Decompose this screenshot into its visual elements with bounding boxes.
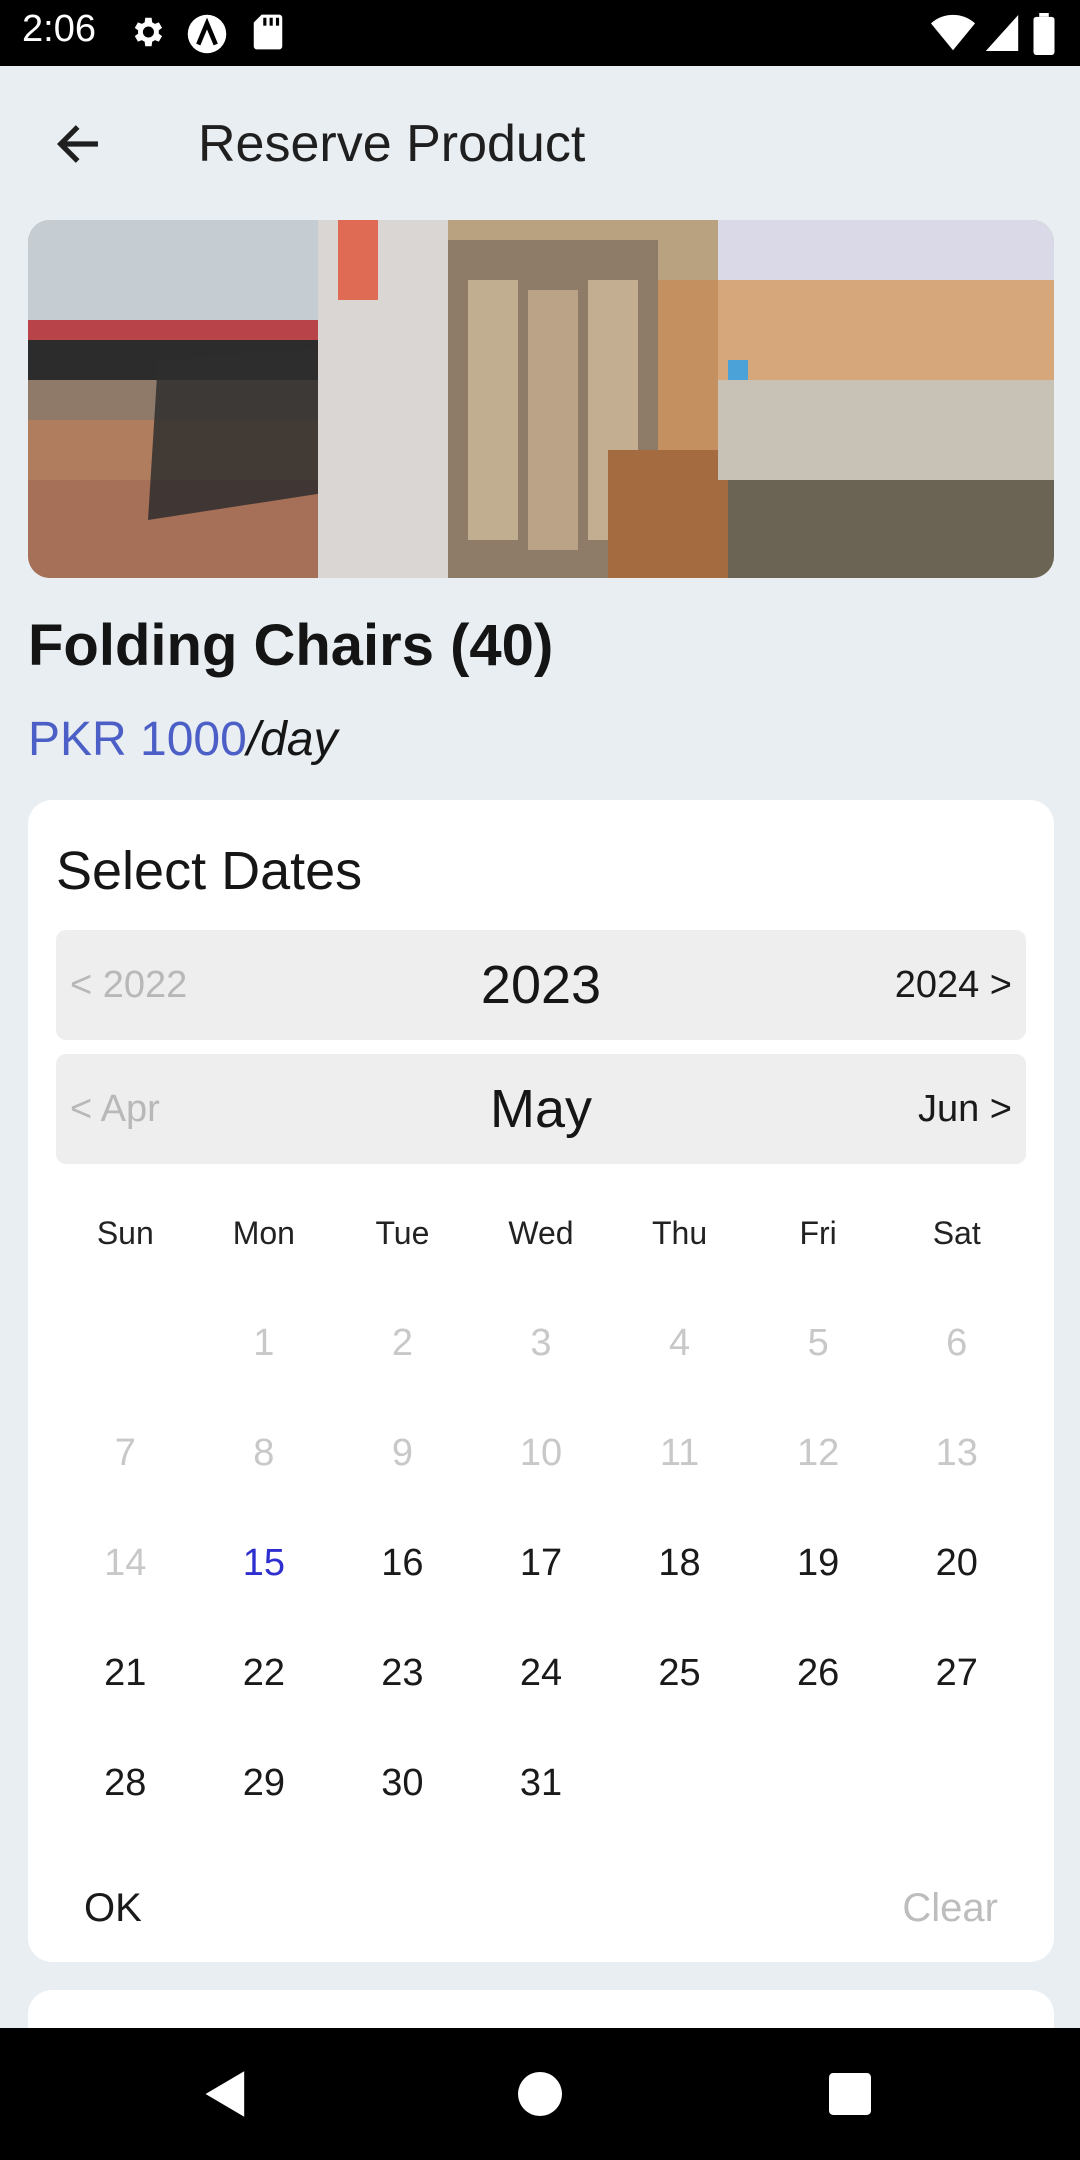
month-selector: < Apr May Jun > bbox=[56, 1054, 1026, 1164]
weekday-label: Sun bbox=[96, 1215, 154, 1251]
calendar-day: 6 bbox=[946, 1322, 968, 1364]
calendar-day[interactable]: 18 bbox=[610, 1508, 749, 1618]
calendar-day: 2 bbox=[391, 1322, 413, 1364]
app-a-icon bbox=[187, 14, 227, 54]
weekday-label: Sat bbox=[932, 1215, 981, 1251]
weekday-label: Mon bbox=[232, 1215, 295, 1251]
prev-year-button[interactable]: < 2022 bbox=[70, 930, 187, 1040]
calendar-day: 5 bbox=[807, 1322, 829, 1364]
calendar-day[interactable]: 28 bbox=[56, 1728, 195, 1838]
back-button[interactable] bbox=[38, 112, 118, 176]
calendar-day: 10 bbox=[519, 1432, 563, 1474]
home-circle-icon bbox=[518, 2072, 562, 2116]
back-triangle-icon bbox=[205, 2071, 245, 2117]
calendar-day: 13 bbox=[935, 1432, 978, 1474]
calendar-day[interactable]: 27 bbox=[887, 1618, 1026, 1728]
calendar-day: 8 bbox=[253, 1432, 275, 1474]
current-month: May bbox=[489, 1079, 592, 1139]
weekday-label: Wed bbox=[508, 1215, 574, 1251]
gear-icon bbox=[134, 17, 163, 47]
calendar-day[interactable]: 24 bbox=[472, 1618, 611, 1728]
calendar-day[interactable]: 17 bbox=[472, 1508, 611, 1618]
clear-button[interactable]: Clear bbox=[902, 1886, 998, 1931]
price-row: PKR 1000/day bbox=[28, 712, 338, 767]
calendar-day: 4 bbox=[668, 1322, 691, 1364]
price-amount: PKR 1000 bbox=[28, 713, 247, 766]
select-dates-card: Select Dates < 2022 2023 2024 > < Apr Ma… bbox=[28, 800, 1054, 1962]
calendar-day[interactable]: 16 bbox=[333, 1508, 472, 1618]
nav-recents-button[interactable] bbox=[790, 2028, 910, 2160]
next-month-button[interactable]: Jun > bbox=[918, 1054, 1012, 1164]
recents-square-icon bbox=[829, 2073, 871, 2115]
year-selector: < 2022 2023 2024 > bbox=[56, 930, 1026, 1040]
current-year: 2023 bbox=[480, 955, 602, 1015]
nav-back-button[interactable] bbox=[166, 2028, 286, 2160]
calendar-day[interactable]: 26 bbox=[749, 1618, 888, 1728]
calendar-day: 9 bbox=[391, 1432, 413, 1474]
status-bar: 2:06 bbox=[0, 0, 1080, 66]
prev-month-button[interactable]: < Apr bbox=[70, 1054, 160, 1164]
calendar-day[interactable]: 23 bbox=[333, 1618, 472, 1728]
sd-card-icon bbox=[253, 14, 283, 50]
calendar-day[interactable]: 31 bbox=[472, 1728, 611, 1838]
calendar-day: 12 bbox=[796, 1432, 840, 1474]
calendar-day[interactable]: 25 bbox=[610, 1618, 749, 1728]
ok-button[interactable]: OK bbox=[84, 1886, 142, 1931]
wifi-icon bbox=[930, 14, 976, 51]
weekday-header: Sun Mon Tue Wed Thu Fri Sat bbox=[56, 1198, 1026, 1268]
nav-home-button[interactable] bbox=[480, 2028, 600, 2160]
product-name: Folding Chairs (40) bbox=[28, 613, 554, 678]
calendar-day[interactable]: 15 bbox=[195, 1508, 334, 1618]
calendar-empty-cell bbox=[56, 1288, 195, 1398]
calendar-day[interactable]: 22 bbox=[195, 1618, 334, 1728]
calendar-day[interactable]: 29 bbox=[195, 1728, 334, 1838]
status-time: 2:06 bbox=[22, 8, 96, 50]
signal-icon bbox=[985, 15, 1019, 51]
navigation-bar bbox=[0, 2028, 1080, 2160]
card-title: Select Dates bbox=[56, 841, 363, 901]
app-bar: Reserve Product bbox=[0, 66, 1080, 220]
calendar-day: 1 bbox=[253, 1322, 275, 1364]
calendar-day[interactable]: 21 bbox=[56, 1618, 195, 1728]
calendar-day: 3 bbox=[530, 1322, 552, 1364]
page-title: Reserve Product bbox=[198, 115, 586, 173]
battery-icon bbox=[1033, 13, 1055, 55]
calendar-day: 7 bbox=[114, 1432, 136, 1474]
calendar-day[interactable]: 20 bbox=[887, 1508, 1026, 1618]
calendar-days-grid: 1 2 3 4 5 6 7 8 9 10 11 12 13 14 15 16 17 18 19 20 21 22 23 24 2… bbox=[56, 1288, 1026, 1838]
arrow-left-icon bbox=[56, 125, 98, 163]
calendar-day: 14 bbox=[104, 1542, 147, 1584]
calendar-day[interactable]: 30 bbox=[333, 1728, 472, 1838]
weekday-label: Tue bbox=[375, 1215, 430, 1251]
calendar-day: 11 bbox=[659, 1432, 700, 1474]
price-unit: /day bbox=[246, 713, 338, 766]
calendar-day[interactable]: 19 bbox=[749, 1508, 888, 1618]
weekday-label: Thu bbox=[651, 1215, 708, 1251]
product-image bbox=[28, 220, 1054, 578]
next-year-button[interactable]: 2024 > bbox=[895, 930, 1012, 1040]
weekday-label: Fri bbox=[799, 1215, 837, 1251]
